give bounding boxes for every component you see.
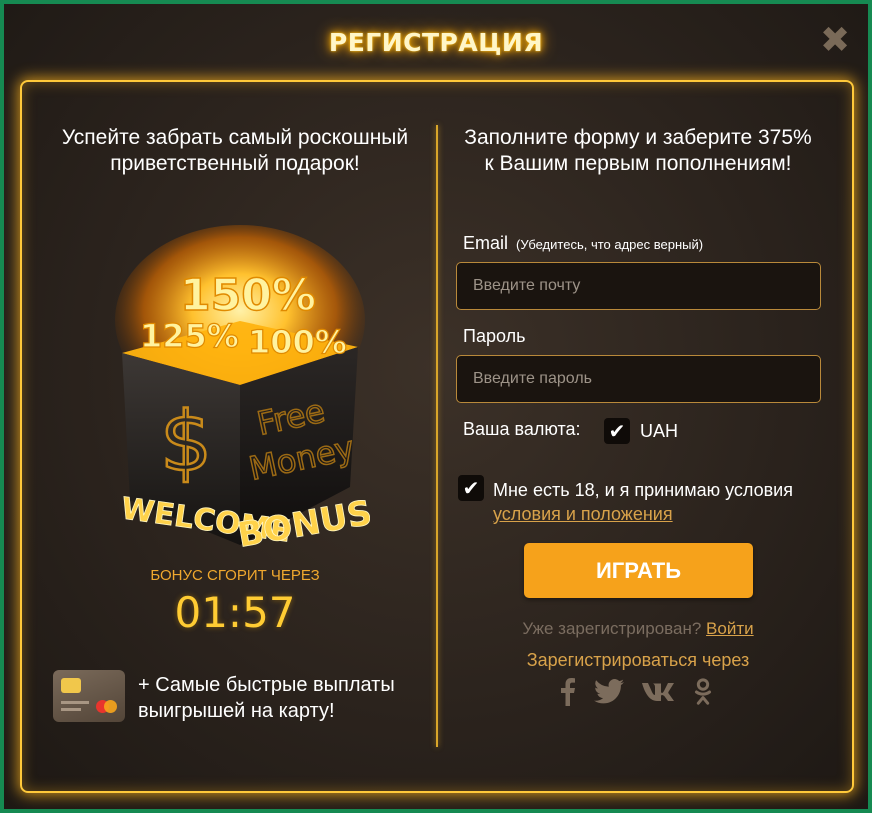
currency-checkbox[interactable]: ✔ — [604, 418, 630, 444]
mastercard-yellow-circle — [104, 700, 117, 713]
card-number-line — [61, 701, 89, 704]
currency-value: UAH — [640, 421, 679, 441]
bonus-timer-value: 01:57 — [174, 588, 296, 637]
promo-heading: Успейте забрать самый роскошный приветст… — [61, 126, 409, 175]
close-icon[interactable]: ✖ — [820, 23, 850, 59]
twitter-icon[interactable] — [594, 678, 624, 706]
bonus-100-label: 100% — [248, 323, 347, 361]
terms-link[interactable]: условия и положения — [493, 504, 673, 524]
bank-card-icon — [53, 670, 125, 722]
fast-payouts-text: + Самые быстрые выплаты выигрышей на кар… — [138, 674, 395, 722]
email-label-text: Email — [463, 233, 509, 253]
bonus-150-label: 150% — [180, 270, 316, 321]
odnoklassniki-icon[interactable] — [694, 678, 712, 706]
currency-label: Ваша валюта: — [463, 419, 581, 439]
password-label: Пароль — [463, 326, 526, 346]
modal-title: РЕГИСТРАЦИЯ — [328, 28, 544, 57]
form-heading: Заполните форму и заберите 375% к Вашим … — [464, 126, 812, 175]
card-chip — [61, 678, 81, 693]
age-terms-text: Мне есть 18, и я принимаю условия услови… — [493, 478, 823, 526]
age-terms-checkbox[interactable]: ✔ — [458, 475, 484, 501]
email-hint: (Убедитесь, что адрес верный) — [516, 237, 704, 252]
age-terms-label: Мне есть 18, и я принимаю условия — [493, 480, 793, 500]
vk-icon[interactable] — [642, 678, 676, 706]
play-button[interactable]: ИГРАТЬ — [524, 543, 753, 598]
social-register-heading: Зарегистрироваться через — [526, 650, 750, 670]
welcome-bonus-box-image: 150% 125% 100% $ Free Money WELCOME BONU… — [115, 225, 370, 556]
already-registered-line: Уже зарегистрирован? Войти — [458, 619, 818, 639]
social-login-row — [556, 678, 726, 708]
bonus-timer-label: БОНУС СГОРИТ ЧЕРЕЗ — [150, 567, 320, 584]
dollar-sign-icon: $ — [160, 395, 212, 490]
card-number-line — [61, 708, 81, 711]
email-field[interactable] — [456, 262, 821, 310]
bonus-125-label: 125% — [140, 317, 239, 355]
facebook-icon[interactable] — [560, 678, 576, 706]
login-link[interactable]: Войти — [706, 619, 754, 638]
email-label: Email (Убедитесь, что адрес верный) — [463, 233, 703, 254]
already-registered-text: Уже зарегистрирован? — [522, 619, 702, 638]
password-field[interactable] — [456, 355, 821, 403]
column-divider — [436, 125, 438, 747]
